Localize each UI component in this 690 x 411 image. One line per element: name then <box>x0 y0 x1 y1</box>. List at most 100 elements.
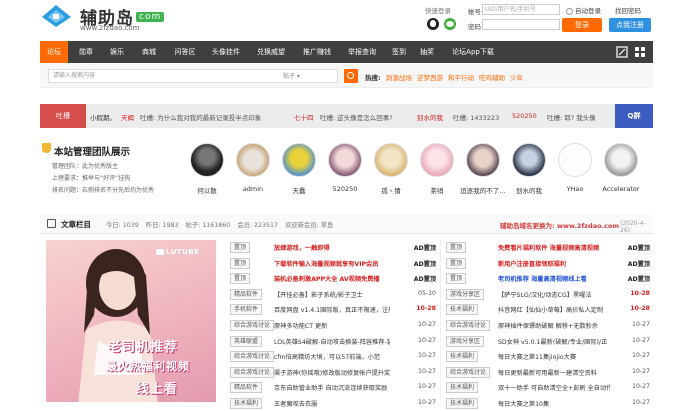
post-category-tag[interactable]: 综合游戏讨论 <box>230 366 275 378</box>
post-category-tag[interactable]: 综合游戏讨论 <box>230 351 275 363</box>
post-category-tag[interactable]: 技术福利 <box>446 304 479 316</box>
post-category-tag[interactable]: 置顶 <box>446 242 467 253</box>
ticker-user[interactable]: 天蝎 <box>121 112 134 122</box>
post-category-tag[interactable]: 置顶 <box>230 273 251 285</box>
nav-item-shop[interactable]: 商城 <box>138 41 160 63</box>
post-row[interactable]: 置顶 免费看片福利软件 海量视频高清视频 AD置顶 <box>446 242 650 255</box>
post-category-tag[interactable]: 置顶 <box>230 257 251 269</box>
post-title-link[interactable]: 下载软件输入海量视频就享有VIP会员 <box>274 259 390 268</box>
logo-icon[interactable] <box>40 3 73 29</box>
avatar[interactable] <box>512 143 546 177</box>
avatar[interactable] <box>328 143 362 177</box>
post-title-link[interactable]: LOL英雄S4破解-自动攻击换装-阵容推荐-装备合 <box>274 337 390 346</box>
post-category-tag[interactable]: 技术福利 <box>446 398 479 409</box>
post-category-tag[interactable]: 综合游戏讨论 <box>446 320 491 331</box>
hot-keyword[interactable]: 刺激战场 <box>386 72 412 82</box>
auto-login-toggle[interactable]: 自动登录 <box>566 5 601 15</box>
post-title-link[interactable]: 每日大赛之第11集jiojio大赛 <box>498 352 610 361</box>
hot-keyword[interactable]: 吃鸡辅助 <box>479 72 505 82</box>
nav-item-entertainment[interactable]: 娱乐 <box>106 41 128 63</box>
hot-keyword[interactable]: 和平行动 <box>448 72 474 82</box>
nav-item-exchange[interactable]: 兑换威望 <box>252 41 290 63</box>
member-name[interactable]: 茶绡 <box>413 185 461 195</box>
post-row[interactable]: 综合游戏讨论 cfm倍高精坊大境，可以57前端，小范 10-27 <box>230 351 436 364</box>
account-input[interactable]: UID/用户名/手机号 <box>482 4 560 15</box>
member-name[interactable]: Accelerator <box>597 185 645 193</box>
member-name[interactable]: 520250 <box>321 185 369 193</box>
post-title-link[interactable]: 京东自助管业助手 自动沉流连续获取奖励 <box>274 383 390 392</box>
post-row[interactable]: 综合游戏讨论 每日更新最新可用最新一建清空资料 10-27 <box>446 366 650 380</box>
search-type-select[interactable]: 帖子 ▾ <box>283 71 300 83</box>
post-title-link[interactable]: 【开挂必备】影子系统/影子卫士 <box>274 290 390 299</box>
avatar[interactable] <box>604 143 638 177</box>
post-category-tag[interactable]: 综合游戏讨论 <box>230 320 275 331</box>
member-name[interactable]: 孤丶猜 <box>367 185 415 195</box>
nav-item-app-download[interactable]: 论坛App下载 <box>446 41 500 63</box>
member-name[interactable]: 天蠢 <box>275 185 323 195</box>
post-title-link[interactable]: 装机必备刺激APP大全 AV视频免费播 <box>274 274 390 283</box>
qq-login-icon[interactable] <box>427 18 439 30</box>
avatar[interactable] <box>558 143 592 177</box>
hot-keyword[interactable]: 少年 <box>510 72 523 82</box>
member-name[interactable]: admin <box>229 185 277 193</box>
ticker-user[interactable]: 520250 <box>512 112 537 120</box>
post-category-tag[interactable]: 精品软件 <box>230 382 263 394</box>
post-category-tag[interactable]: 综合游戏讨论 <box>446 366 491 378</box>
post-title-link[interactable]: 每日大赛之第10集 <box>498 399 610 408</box>
post-title-link[interactable]: 新用户注册直接领取福利 <box>498 259 610 268</box>
post-title-link[interactable]: SD女神 v5.0.1最新(破解/专业/国际)/正 <box>498 337 610 346</box>
post-category-tag[interactable]: 置顶 <box>230 242 251 253</box>
ticker-user[interactable]: 别水的我 <box>417 112 443 122</box>
avatar[interactable] <box>190 143 224 177</box>
edit-icon[interactable] <box>616 46 628 58</box>
post-category-tag[interactable]: 游戏分享区 <box>446 288 485 300</box>
post-title-link[interactable]: cfm倍高精坊大境，可以57前端，小范 <box>274 352 390 361</box>
stat-new-member[interactable]: 欢迎新会员: 草鱼 <box>285 222 333 229</box>
avatar[interactable] <box>282 143 316 177</box>
member-name[interactable]: 何以散 <box>183 185 231 195</box>
password-input[interactable] <box>482 19 560 30</box>
qq-group-button[interactable]: Q群 <box>615 104 653 128</box>
nav-item-lottery[interactable]: 抽奖 <box>416 41 438 63</box>
post-row[interactable]: 技术福利 双十一助手 可自助清空全+彭刷 全自动作 10-27 <box>446 382 650 395</box>
post-row[interactable]: 置顶 新用户注册直接领取福利 AD置顶 <box>446 257 650 271</box>
login-button[interactable]: 登录 <box>562 18 602 32</box>
post-category-tag[interactable]: 置顶 <box>446 257 467 269</box>
post-row[interactable]: 置顶 装机必备刺激APP大全 AV视频免费播 AD置顶 <box>230 273 436 286</box>
post-title-link[interactable]: 每日更新最新可用最新一建清空资料 <box>498 368 610 377</box>
post-row[interactable]: 技术福利 抖音网红【仙仙小草莓】高价私人定制 10-28 <box>446 304 650 317</box>
post-row[interactable]: 精品软件 【开挂必备】影子系统/影子卫士 05-10 <box>230 288 436 302</box>
ticker-user[interactable]: 七十四 <box>294 112 314 122</box>
post-title-link[interactable]: 百度网盘 v1.4.1国际版，真正不限速，注册 <box>274 305 390 314</box>
post-category-tag[interactable]: 置顶 <box>446 273 467 285</box>
post-category-tag[interactable]: 技术福利 <box>446 351 479 363</box>
post-category-tag[interactable]: 技术福利 <box>446 382 479 394</box>
post-title-link[interactable]: 【萨宁SLG/汉化/动态CG】黑曜法 <box>498 290 610 299</box>
post-row[interactable]: 技术福利 每日大赛之第10集 10-27 <box>446 398 650 411</box>
post-title-link[interactable]: 王者魔攻去衣服 <box>274 399 390 408</box>
member-name[interactable]: YHao <box>551 185 599 193</box>
nav-item-report[interactable]: 举报查询 <box>343 41 381 63</box>
avatar[interactable] <box>420 143 454 177</box>
search-input[interactable]: 请输入搜索内容 帖子 ▾ <box>48 69 338 83</box>
hot-keyword[interactable]: 逆梦西游 <box>417 72 443 82</box>
ticker-text[interactable]: 吐槽: 这头像是怎么回事? <box>320 112 393 122</box>
post-row[interactable]: 英雄联盟 LOL英雄S4破解-自动攻击换装-阵容推荐-装备合 10-27 <box>230 335 436 349</box>
ticker-text[interactable]: 吐槽: 为什么我对我的最新记录投半点印象 <box>140 112 261 122</box>
post-title-link[interactable]: 抖音网红【仙仙小草莓】高价私人定制 <box>498 305 610 314</box>
post-category-tag[interactable]: 技术福利 <box>230 398 263 409</box>
promo-banner[interactable]: LUTUBE 老司机推荐 最火热福利视频 线上看 <box>46 240 216 402</box>
search-button[interactable] <box>344 69 358 83</box>
member-name[interactable]: 划水的我 <box>505 185 553 195</box>
nav-item-avatar-pendant[interactable]: 头像挂件 <box>207 41 245 63</box>
post-title-link[interactable]: 原神多功能CT 更新 <box>274 321 390 330</box>
nav-item-medals[interactable]: 勋章 <box>75 41 97 63</box>
post-row[interactable]: 游戏分享区 SD女神 v5.0.1最新(破解/专业/国际)/正 10-27 <box>446 335 650 349</box>
post-title-link[interactable]: 渠子游神(你摇哦)修改版动修复帐户提升奖 <box>274 368 390 377</box>
post-row[interactable]: 游戏分享区 【萨宁SLG/汉化/动态CG】黑曜法 10-28 <box>446 288 650 302</box>
post-title-link[interactable]: 免费看片福利软件 海量视频高清视频 <box>498 243 610 252</box>
nav-item-promote[interactable]: 推广赚钱 <box>298 41 336 63</box>
post-row[interactable]: 精品软件 京东自助管业助手 自动沉流连续获取奖励 10-27 <box>230 382 436 395</box>
post-row[interactable]: 综合游戏讨论 原神多功能CT 更新 10-27 <box>230 320 436 333</box>
post-row[interactable]: 置顶 老司机推荐 海量高清视频线上看 AD置顶 <box>446 273 650 286</box>
